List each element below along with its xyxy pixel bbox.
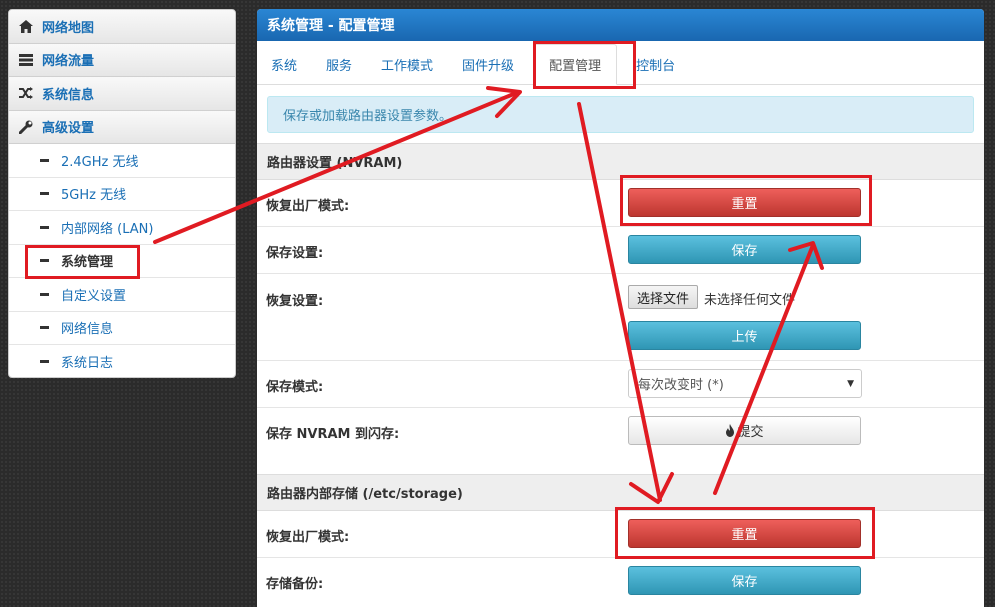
sidebar-item-label: 自定义设置 <box>61 288 127 304</box>
shuffle-icon <box>19 86 33 100</box>
storage-backup-label: 存储备份: <box>266 577 324 592</box>
sidebar-item-label: 5GHz 无线 <box>61 188 127 204</box>
restore-settings-row: 恢复设置: 选择文件 未选择任何文件 上传 <box>257 274 984 361</box>
caret-down-icon: ▼ <box>847 378 854 389</box>
sidebar-item-wifi-24[interactable]: 2.4GHz 无线 <box>9 144 235 178</box>
dash-icon <box>40 326 49 330</box>
sidebar-item-label: 网络流量 <box>42 54 95 70</box>
nvram-factory-reset-row: 恢复出厂模式: 重置 <box>257 180 984 227</box>
sidebar-item-label: 高级设置 <box>42 121 95 137</box>
storage-section-title: 路由器内部存储 (/etc/storage) <box>257 474 984 511</box>
save-settings-row: 保存设置: 保存 <box>257 227 984 274</box>
save-mode-row: 保存模式: 每次改变时 (*) ▼ <box>257 361 984 408</box>
tab-system[interactable]: 系统 <box>261 44 307 84</box>
save-mode-label: 保存模式: <box>266 380 324 395</box>
dash-icon <box>40 158 49 162</box>
commit-button[interactable]: 提交 <box>628 416 861 445</box>
dash-icon <box>40 360 49 364</box>
sidebar-item-label: 内部网络 (LAN) <box>61 221 154 237</box>
sidebar-item-network-map[interactable]: 网络地图 <box>9 10 235 44</box>
no-file-text: 未选择任何文件 <box>704 293 796 308</box>
storage-reset-button[interactable]: 重置 <box>628 519 861 548</box>
info-alert: 保存或加载路由器设置参数。 <box>267 96 974 133</box>
dash-icon <box>40 225 49 229</box>
flash-row: 保存 NVRAM 到闪存: 提交 <box>257 408 984 474</box>
save-settings-button[interactable]: 保存 <box>628 235 861 264</box>
sidebar: 网络地图 网络流量 系统信息 高级设置 2.4GHz 无线 5GHz 无线 内部… <box>8 9 236 378</box>
choose-file-button[interactable]: 选择文件 <box>628 285 699 309</box>
fire-icon <box>725 424 735 437</box>
save-mode-select[interactable]: 每次改变时 (*) ▼ <box>628 369 862 398</box>
dash-icon <box>40 259 49 263</box>
flash-label: 保存 NVRAM 到闪存: <box>266 427 400 442</box>
sidebar-item-label: 系统日志 <box>61 356 114 372</box>
sidebar-item-network-traffic[interactable]: 网络流量 <box>9 43 235 77</box>
tab-bar: 系统 服务 工作模式 固件升级 配置管理 控制台 <box>257 41 984 85</box>
sidebar-item-advanced[interactable]: 高级设置 <box>9 110 235 144</box>
factory-reset-label: 恢复出厂模式: <box>266 199 350 214</box>
dash-icon <box>40 192 49 196</box>
tab-config-management[interactable]: 配置管理 <box>533 44 618 85</box>
main-panel: 系统管理 - 配置管理 系统 服务 工作模式 固件升级 配置管理 控制台 保存或… <box>257 9 984 607</box>
tab-work-mode[interactable]: 工作模式 <box>371 44 443 84</box>
sidebar-item-label: 网络信息 <box>61 322 114 338</box>
storage-icon <box>19 53 33 67</box>
storage-save-button[interactable]: 保存 <box>628 566 861 595</box>
sidebar-item-label: 2.4GHz 无线 <box>61 154 139 170</box>
storage-factory-reset-label: 恢复出厂模式: <box>266 530 350 545</box>
home-icon <box>19 19 33 33</box>
commit-label: 提交 <box>737 425 764 440</box>
restore-settings-label: 恢复设置: <box>266 294 324 309</box>
sidebar-item-system-info[interactable]: 系统信息 <box>9 77 235 111</box>
nvram-section-title: 路由器设置 (NVRAM) <box>257 143 984 180</box>
storage-backup-row: 存储备份: 保存 <box>257 558 984 605</box>
sidebar-item-label: 网络地图 <box>42 20 95 36</box>
tab-firmware[interactable]: 固件升级 <box>452 44 524 84</box>
dash-icon <box>40 292 49 296</box>
storage-factory-reset-row: 恢复出厂模式: 重置 <box>257 511 984 558</box>
save-mode-value: 每次改变时 (*) <box>638 378 724 393</box>
page-title: 系统管理 - 配置管理 <box>257 9 984 41</box>
tab-console[interactable]: 控制台 <box>626 44 685 84</box>
sidebar-item-label: 系统信息 <box>42 87 95 103</box>
tab-services[interactable]: 服务 <box>316 44 362 84</box>
sidebar-item-system-admin[interactable]: 系统管理 <box>9 245 235 278</box>
sidebar-item-network-info[interactable]: 网络信息 <box>9 312 235 345</box>
save-settings-label: 保存设置: <box>266 246 324 261</box>
sidebar-item-system-log[interactable]: 系统日志 <box>9 345 235 377</box>
nvram-reset-button[interactable]: 重置 <box>628 188 861 217</box>
sidebar-item-custom[interactable]: 自定义设置 <box>9 278 235 312</box>
sidebar-item-lan[interactable]: 内部网络 (LAN) <box>9 211 235 245</box>
sidebar-item-label: 系统管理 <box>61 255 114 271</box>
sidebar-item-wifi-5[interactable]: 5GHz 无线 <box>9 178 235 211</box>
wrench-icon <box>19 120 33 134</box>
upload-button[interactable]: 上传 <box>628 321 861 350</box>
